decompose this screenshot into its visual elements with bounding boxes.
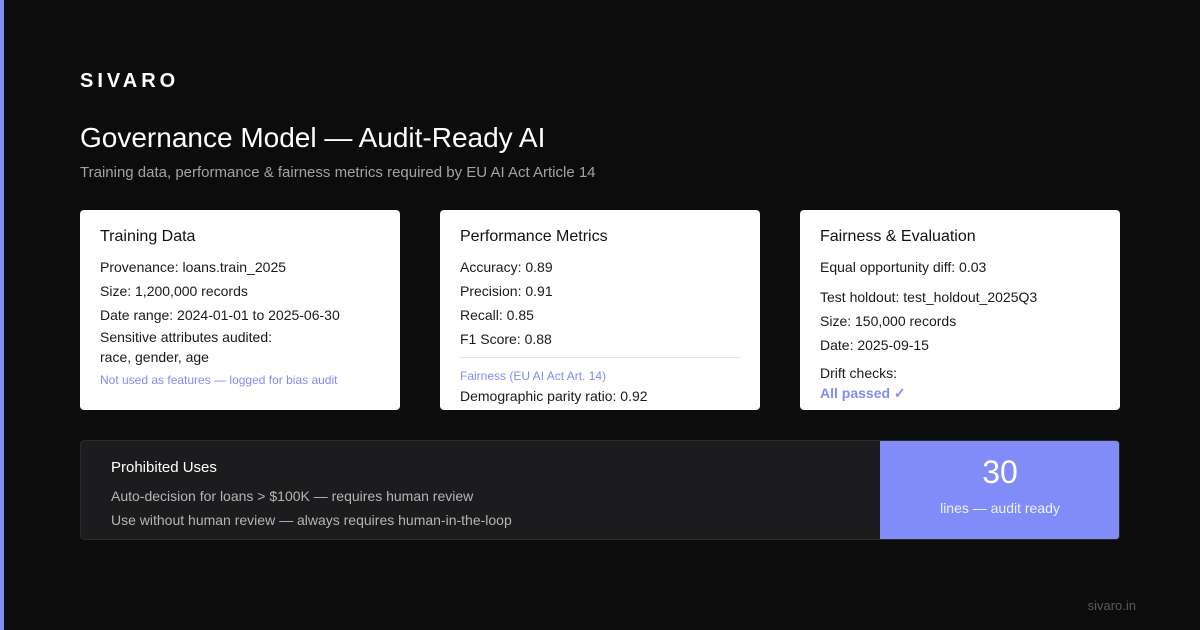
training-data-card: Training Data Provenance: loans.train_20… (80, 210, 400, 410)
holdout-date-line: Date: 2025-09-15 (820, 337, 929, 353)
prohibited-use-item: Auto-decision for loans > $100K — requir… (111, 488, 474, 504)
training-data-title: Training Data (100, 228, 196, 245)
test-holdout-line: Test holdout: test_holdout_2025Q3 (820, 289, 1038, 305)
audit-line-label: lines — audit ready (940, 500, 1060, 516)
prohibited-uses-panel: Prohibited Uses Auto-decision for loans … (80, 440, 1120, 540)
bias-audit-note: Not used as features — logged for bias a… (100, 373, 338, 387)
fairness-evaluation-card: Fairness & Evaluation Equal opportunity … (800, 210, 1120, 410)
drift-checks-status: All passed ✓ (820, 385, 906, 401)
performance-metrics-title: Performance Metrics (460, 228, 608, 245)
size-line: Size: 1,200,000 records (100, 283, 248, 299)
left-accent-bar (0, 0, 4, 630)
holdout-size-line: Size: 150,000 records (820, 313, 957, 329)
prohibited-uses-section: Prohibited Uses Auto-decision for loans … (111, 459, 512, 532)
brand-logo: SIVARO (80, 70, 180, 92)
audit-stat-box: 30 lines — audit ready (880, 441, 1119, 539)
fairness-section-label: Fairness (EU AI Act Art. 14) (460, 369, 607, 383)
prohibited-uses-title: Prohibited Uses (111, 459, 217, 476)
provenance-line: Provenance: loans.train_2025 (100, 259, 287, 275)
date-range-line: Date range: 2024-01-01 to 2025-06-30 (100, 307, 340, 323)
share-card: SIVARO Governance Model — Audit-Ready AI… (0, 0, 1200, 630)
page-title: Governance Model — Audit-Ready AI (80, 122, 546, 153)
page-subtitle: Training data, performance & fairness me… (80, 164, 596, 181)
fairness-evaluation-title: Fairness & Evaluation (820, 228, 976, 245)
equal-opportunity-line: Equal opportunity diff: 0.03 (820, 259, 987, 275)
performance-metrics-card: Performance Metrics Accuracy: 0.89 Preci… (440, 210, 760, 410)
drift-checks-label: Drift checks: (820, 365, 898, 381)
sensitive-attributes-values: race, gender, age (100, 349, 209, 365)
demographic-parity-line: Demographic parity ratio: 0.92 (460, 388, 648, 404)
sensitive-attributes-label: Sensitive attributes audited: (100, 329, 272, 345)
card-divider (460, 357, 740, 358)
accuracy-line: Accuracy: 0.89 (460, 259, 553, 275)
footer-url: sivaro.in (1087, 598, 1136, 613)
audit-line-count: 30 (982, 454, 1018, 490)
recall-line: Recall: 0.85 (460, 307, 534, 323)
f1-score-line: F1 Score: 0.88 (460, 331, 552, 347)
precision-line: Precision: 0.91 (460, 283, 553, 299)
prohibited-use-item: Use without human review — always requir… (111, 512, 512, 528)
